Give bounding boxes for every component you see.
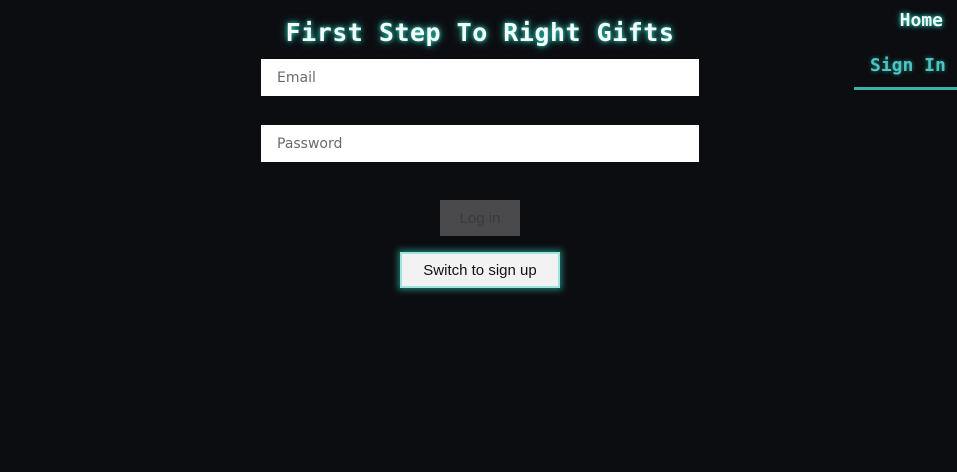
nav-signin-label: Sign In xyxy=(870,55,946,76)
nav-home-link[interactable]: Home xyxy=(900,10,943,31)
email-field[interactable] xyxy=(261,59,699,96)
switch-to-signup-button[interactable]: Switch to sign up xyxy=(400,252,560,288)
page-title: First Step To Right Gifts xyxy=(285,18,675,47)
login-button[interactable]: Log in xyxy=(440,200,520,236)
page: First Step To Right Gifts Home Sign In L… xyxy=(0,0,957,472)
nav-signin-link[interactable]: Sign In xyxy=(854,50,957,90)
password-field[interactable] xyxy=(261,125,699,162)
